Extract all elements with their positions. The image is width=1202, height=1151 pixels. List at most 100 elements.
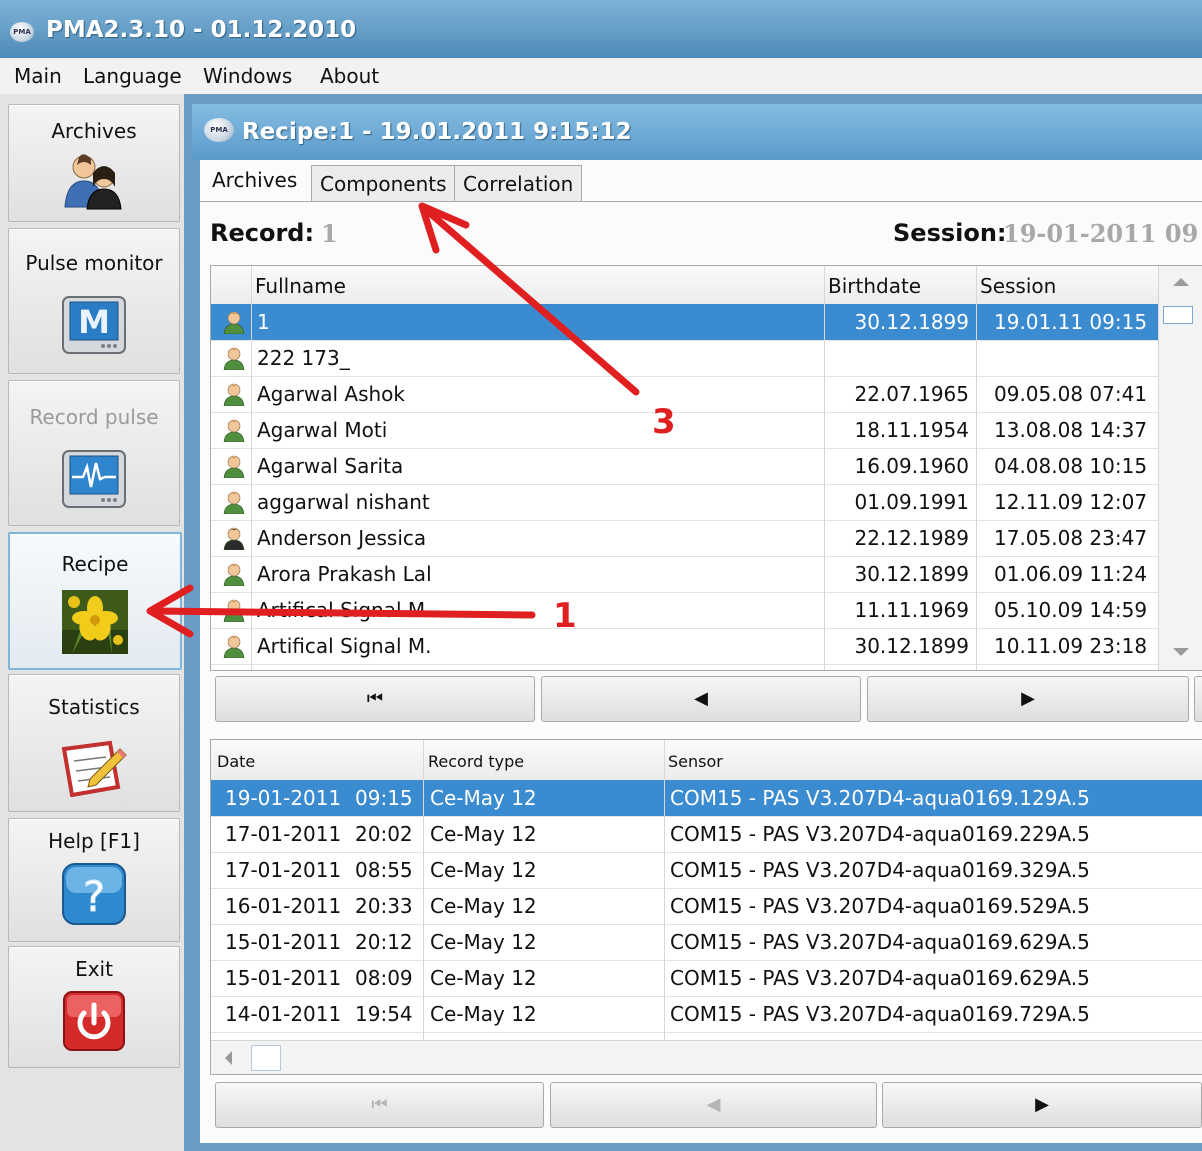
pulse-wave-icon <box>62 450 126 508</box>
table-row[interactable]: Artifical Signal M. 30.12.1899 10.11.09 23… <box>211 628 1159 665</box>
table-row[interactable]: 14-01-2011 19:54 Ce-May 12 COM15 - PAS V3.2… <box>211 996 1202 1033</box>
tab-correlation[interactable]: Correlation <box>454 165 583 202</box>
cell-fullname: Artifical Signal M. <box>257 598 432 622</box>
table-row[interactable]: 17-01-2011 20:02 Ce-May 12 COM15 - PAS V3.2… <box>211 816 1202 853</box>
power-icon <box>63 991 125 1051</box>
table-row[interactable]: 222 173_ <box>211 340 1159 377</box>
cell-session: 19.01.11 09:15 <box>994 310 1148 334</box>
next-record-button[interactable]: ▶ <box>867 676 1189 722</box>
sidebar-item-label: Record pulse <box>29 405 159 429</box>
cell-date: 17-01-2011 <box>225 858 342 882</box>
table-row[interactable]: 17-01-2011 08:55 Ce-May 12 COM15 - PAS V3.2… <box>211 852 1202 889</box>
column-header-birthdate[interactable]: Birthdate <box>828 267 921 305</box>
session-value: 19-01-2011 09 <box>1003 219 1199 248</box>
cell-record-type: Ce-May 12 <box>430 930 537 954</box>
inner-app-logo-icon: PMA <box>204 118 234 142</box>
tab-archives[interactable]: Archives <box>204 162 306 198</box>
person-icon <box>223 635 245 658</box>
person-icon <box>223 383 245 406</box>
cell-time: 09:15 <box>355 786 413 810</box>
window-title: PMA2.3.10 - 01.12.2010 <box>46 17 357 43</box>
menu-main[interactable]: Main <box>14 64 62 88</box>
records-table[interactable]: Date Record type Sensor 19-01-2011 09:15 C… <box>210 739 1202 1075</box>
sidebar-item-help[interactable]: Help [F1] ? <box>8 818 180 942</box>
tab-divider <box>200 201 1202 202</box>
help-question-icon: ? <box>62 863 126 925</box>
cell-session <box>994 340 1154 376</box>
first-record-button[interactable]: ⏮ <box>215 676 535 722</box>
users-icon <box>64 154 122 210</box>
table-row[interactable]: 1 30.12.1899 19.01.11 09:15 <box>211 304 1159 341</box>
table-row[interactable]: aggarwal nishant 01.09.1991 12.11.09 12:07 <box>211 484 1159 521</box>
column-header-record-type[interactable]: Record type <box>428 742 524 782</box>
cell-fullname: Anderson Jessica <box>257 526 427 550</box>
menu-language[interactable]: Language <box>83 64 182 88</box>
cell-record-type: Ce-May 12 <box>430 1002 537 1026</box>
cell-sensor: COM15 - PAS V3.207D4-aqua0169.729A.5 <box>670 1002 1090 1026</box>
scroll-thumb[interactable] <box>1163 306 1193 324</box>
annotation-number-1: 1 <box>553 596 577 636</box>
table-row[interactable]: Anderson Jessica 22.12.1989 17.05.08 23:47 <box>211 520 1159 557</box>
cell-record-type: Ce-May 12 <box>430 822 537 846</box>
table-row[interactable]: 16-01-2011 20:33 Ce-May 12 COM15 - PAS V3.2… <box>211 888 1202 925</box>
cell-sensor: COM15 - PAS V3.207D4-aqua0169.129A.5 <box>670 786 1090 810</box>
cell-session: 05.10.09 14:59 <box>994 598 1148 622</box>
previous-record-button-disabled[interactable]: ◀ <box>550 1082 877 1128</box>
menu-about[interactable]: About <box>320 64 379 88</box>
person-icon <box>223 311 245 334</box>
table-row[interactable]: Agarwal Sarita 16.09.1960 04.08.08 10:15 <box>211 448 1159 485</box>
table-row[interactable]: Artifical Signal M. 11.11.1969 05.10.09 14… <box>211 592 1159 629</box>
column-header-session[interactable]: Session <box>980 267 1056 305</box>
last-record-button[interactable] <box>1194 676 1202 722</box>
people-table[interactable]: Fullname Birthdate Session 1 30.12.1899 19… <box>210 265 1202 671</box>
menu-windows[interactable]: Windows <box>203 64 292 88</box>
sidebar-item-record-pulse[interactable]: Record pulse <box>8 380 180 526</box>
cell-session: 04.08.08 10:15 <box>994 454 1148 478</box>
first-record-button-disabled[interactable]: ⏮ <box>215 1082 544 1128</box>
table-row[interactable]: Agarwal Moti 18.11.1954 13.08.08 14:37 <box>211 412 1159 449</box>
person-icon <box>223 491 245 514</box>
next-record-button[interactable]: ▶ <box>882 1082 1202 1128</box>
monitor-m-icon: M <box>62 296 126 354</box>
cell-sensor: COM15 - PAS V3.207D4-aqua0169.629A.5 <box>670 930 1090 954</box>
table-row[interactable]: 19-01-2011 09:15 Ce-May 12 COM15 - PAS V3.2… <box>211 780 1202 817</box>
column-header-fullname[interactable]: Fullname <box>255 267 346 305</box>
scroll-up-arrow-icon[interactable] <box>1173 278 1189 286</box>
cell-fullname: 222 173_ <box>257 346 350 370</box>
scroll-down-arrow-icon[interactable] <box>1173 648 1189 656</box>
cell-time: 19:54 <box>355 1002 413 1026</box>
cell-date: 14-01-2011 <box>225 1002 342 1026</box>
sidebar-item-exit[interactable]: Exit <box>8 946 180 1068</box>
table-row[interactable]: 15-01-2011 08:09 Ce-May 12 COM15 - PAS V3.2… <box>211 960 1202 997</box>
table-row[interactable]: Agarwal Ashok 22.07.1965 09.05.08 07:41 <box>211 376 1159 413</box>
sidebar-item-recipe[interactable]: Recipe <box>8 532 182 670</box>
cell-time: 20:12 <box>355 930 413 954</box>
scroll-left-arrow-icon[interactable] <box>225 1051 232 1065</box>
flower-image-icon <box>62 590 128 654</box>
cell-time: 08:55 <box>355 858 413 882</box>
tab-components[interactable]: Components <box>311 165 456 202</box>
scroll-thumb[interactable] <box>251 1045 281 1071</box>
sidebar-item-archives[interactable]: Archives <box>8 104 180 222</box>
table-row[interactable]: 15-01-2011 20:12 Ce-May 12 COM15 - PAS V3.2… <box>211 924 1202 961</box>
cell-fullname: Agarwal Ashok <box>257 382 405 406</box>
menu-bar: Main Language Windows About <box>0 58 1202 94</box>
sidebar-item-label: Exit <box>75 957 113 981</box>
cell-date: 19-01-2011 <box>225 786 342 810</box>
sidebar-item-pulse-monitor[interactable]: Pulse monitor M <box>8 228 180 374</box>
records-horizontal-scrollbar[interactable] <box>211 1040 1202 1074</box>
sidebar-item-statistics[interactable]: Statistics <box>8 674 180 812</box>
annotation-number-3: 3 <box>652 402 676 442</box>
column-header-sensor[interactable]: Sensor <box>668 742 723 782</box>
table-row[interactable]: Arora Prakash Lal 30.12.1899 01.06.09 11:2… <box>211 556 1159 593</box>
cell-time: 20:02 <box>355 822 413 846</box>
column-header-date[interactable]: Date <box>217 742 255 782</box>
previous-record-button[interactable]: ◀ <box>541 676 861 722</box>
cell-session: 12.11.09 12:07 <box>994 490 1148 514</box>
cell-fullname: Agarwal Sarita <box>257 454 404 478</box>
person-icon <box>223 527 245 550</box>
people-vertical-scrollbar[interactable] <box>1158 266 1202 670</box>
cell-sensor: COM15 - PAS V3.207D4-aqua0169.229A.5 <box>670 822 1090 846</box>
session-label: Session: <box>893 219 1007 247</box>
cell-date: 16-01-2011 <box>225 894 342 918</box>
